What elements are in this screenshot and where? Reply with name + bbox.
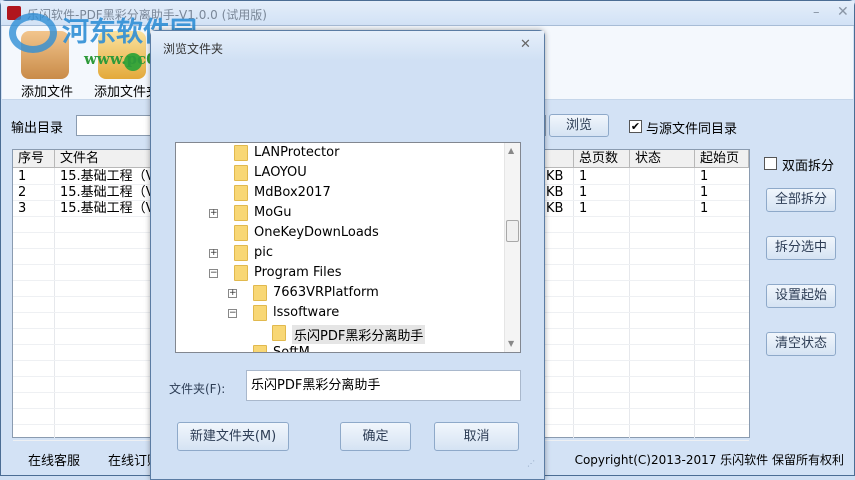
dialog-title: 浏览文件夹 <box>163 42 224 56</box>
same-dir-checkbox[interactable]: ✔ <box>629 120 642 133</box>
title-bar: 乐闪软件-PDF黑彩分离助手-V1.0.0 (试用版) – ✕ <box>1 1 854 26</box>
browse-button[interactable]: 浏览 <box>549 114 609 137</box>
folder-icon <box>253 285 267 301</box>
split-all-button[interactable]: 全部拆分 <box>766 188 836 212</box>
close-button[interactable]: ✕ <box>837 4 849 20</box>
tree-item-label: lssoftware <box>273 305 340 320</box>
cell-start: 1 <box>700 185 709 200</box>
cell-start: 1 <box>700 201 709 216</box>
folder-icon <box>234 205 248 221</box>
column-header-start[interactable]: 起始页 <box>695 150 749 168</box>
tree-item[interactable]: +7663VRPlatform <box>176 283 504 303</box>
tree-item[interactable]: LANProtector <box>176 143 504 163</box>
scroll-thumb[interactable] <box>506 220 519 242</box>
resize-grip-icon[interactable]: ⋰ <box>527 459 535 468</box>
online-support-link[interactable]: 在线客服 <box>28 450 80 469</box>
cell-status <box>630 201 695 217</box>
add-file-button[interactable]: 添加文件 <box>12 26 82 100</box>
duplex-checkbox[interactable] <box>764 157 777 170</box>
cell-size: KB <box>546 169 564 184</box>
expand-icon[interactable]: + <box>209 209 218 218</box>
cell-index: 2 <box>18 185 27 200</box>
tree-item[interactable]: MdBox2017 <box>176 183 504 203</box>
folder-icon <box>234 165 248 181</box>
add-file-icon <box>21 31 69 79</box>
minimize-button[interactable]: – <box>813 5 820 20</box>
tree-item[interactable]: SoftM <box>176 343 504 353</box>
clear-status-button[interactable]: 清空状态 <box>766 332 836 356</box>
scroll-up-arrow-icon[interactable]: ▲ <box>508 146 514 155</box>
scroll-down-arrow-icon[interactable]: ▼ <box>508 339 514 348</box>
expand-icon[interactable]: + <box>209 249 218 258</box>
add-folder-icon <box>98 31 146 79</box>
cell-index: 3 <box>18 201 27 216</box>
duplex-label: 双面拆分 <box>782 159 835 174</box>
tree-item[interactable]: + MoGu <box>176 203 504 223</box>
cell-start: 1 <box>700 169 709 184</box>
cell-size: KB <box>546 185 564 200</box>
folder-icon <box>234 145 248 161</box>
new-folder-button[interactable]: 新建文件夹(M) <box>177 422 289 451</box>
cell-status <box>630 185 695 201</box>
browse-folder-dialog: 浏览文件夹 ✕ LANProtector LAOYOU MdBox2017 + MoGu… <box>150 30 545 480</box>
window-title: 乐闪软件-PDF黑彩分离助手-V1.0.0 (试用版) <box>27 8 267 22</box>
folder-input[interactable]: 乐闪PDF黑彩分离助手 <box>246 370 521 401</box>
cell-filename: 15.基础工程（V2 <box>60 169 155 184</box>
collapse-icon[interactable]: − <box>228 309 237 318</box>
folder-tree[interactable]: LANProtector LAOYOU MdBox2017 + MoGu OneKeyDo… <box>175 142 521 353</box>
folder-icon <box>272 325 286 341</box>
tree-item-label: 乐闪PDF黑彩分离助手 <box>292 325 426 344</box>
tree-item-label: LANProtector <box>254 145 340 160</box>
same-dir-label: 与源文件同目录 <box>646 122 738 137</box>
tree-item-label: MoGu <box>254 205 292 220</box>
tree-scrollbar[interactable]: ▲ ▼ <box>504 143 520 352</box>
column-header-pages[interactable]: 总页数 <box>574 150 630 168</box>
tree-item[interactable]: + pic <box>176 243 504 263</box>
folder-icon <box>253 305 267 321</box>
column-header-index[interactable]: 序号 <box>13 150 55 168</box>
cancel-button[interactable]: 取消 <box>434 422 519 451</box>
cell-pages: 1 <box>579 201 588 216</box>
split-selected-button[interactable]: 拆分选中 <box>766 236 836 260</box>
cell-pages: 1 <box>579 169 588 184</box>
tree-item-label: OneKeyDownLoads <box>254 225 379 240</box>
tree-item[interactable]: OneKeyDownLoads <box>176 223 504 243</box>
add-file-label: 添加文件 <box>21 85 74 100</box>
folder-icon <box>234 265 248 281</box>
tree-item[interactable]: 乐闪PDF黑彩分离助手 <box>176 323 504 344</box>
tree-item[interactable]: − lssoftware <box>176 303 504 323</box>
folder-icon <box>234 185 248 201</box>
tree-item-label: LAOYOU <box>254 165 307 180</box>
cell-index: 1 <box>18 169 27 184</box>
tree-item-label: pic <box>254 245 274 260</box>
ok-button[interactable]: 确定 <box>340 422 411 451</box>
tree-item-label: 7663VRPlatform <box>273 285 379 300</box>
cell-filename: 15.基础工程（V2 <box>60 185 155 200</box>
expand-icon[interactable]: + <box>228 289 237 298</box>
folder-label: 文件夹(F): <box>169 382 226 396</box>
column-header-status[interactable]: 状态 <box>630 150 695 168</box>
tree-item-label: MdBox2017 <box>254 185 331 200</box>
cell-filename: 15.基础工程（V2 <box>60 201 155 216</box>
collapse-icon[interactable]: − <box>209 269 218 278</box>
copyright: Copyright(C)2013-2017 乐闪软件 保留所有权利 <box>574 453 844 467</box>
set-start-button[interactable]: 设置起始 <box>766 284 836 308</box>
cell-status <box>630 169 695 185</box>
folder-icon <box>234 225 248 241</box>
cell-size: KB <box>546 201 564 216</box>
tree-item[interactable]: − Program Files <box>176 263 504 283</box>
dialog-title-bar: 浏览文件夹 ✕ <box>151 31 544 61</box>
folder-icon <box>234 245 248 261</box>
output-dir-label: 输出目录 <box>11 121 64 136</box>
tree-item-label: Program Files <box>254 265 342 280</box>
cell-pages: 1 <box>579 185 588 200</box>
dialog-close-button[interactable]: ✕ <box>520 37 531 52</box>
tree-item-label: SoftM <box>273 345 310 353</box>
app-icon <box>7 6 21 20</box>
tree-item[interactable]: LAOYOU <box>176 163 504 183</box>
folder-icon <box>253 345 267 352</box>
